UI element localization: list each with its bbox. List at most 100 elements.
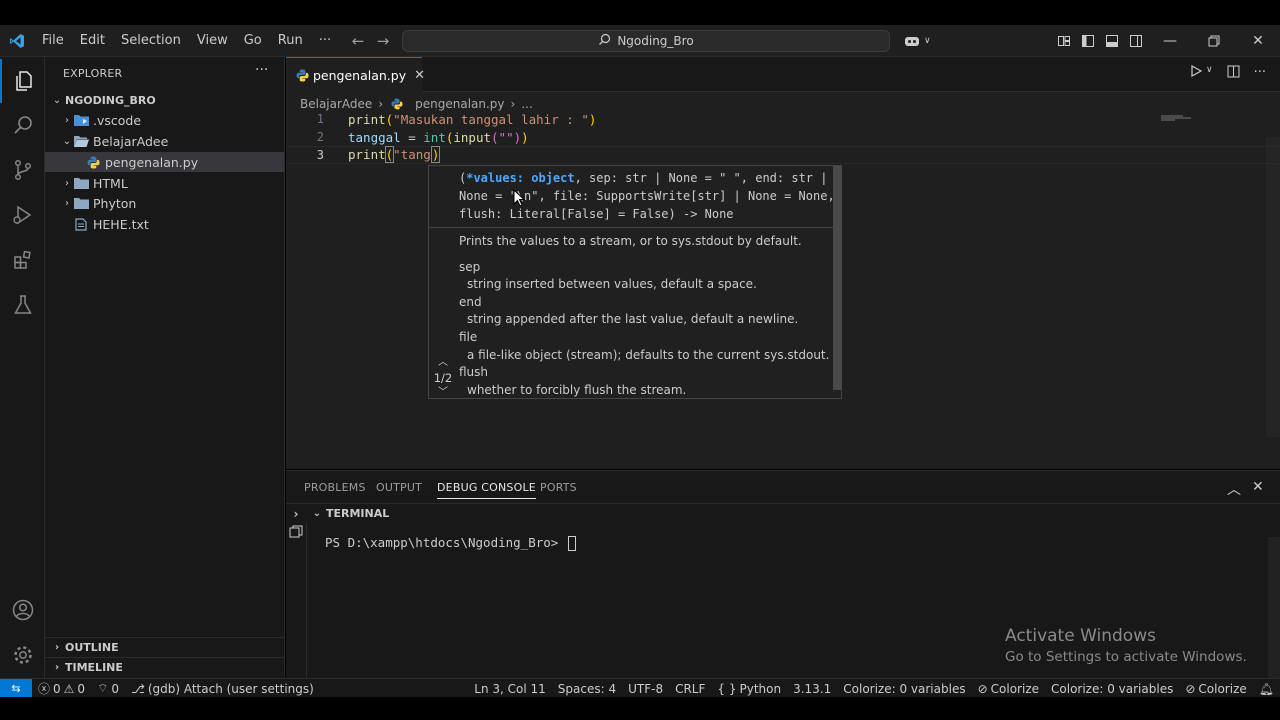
close-panel-icon[interactable]: ✕ <box>1252 479 1264 495</box>
python-interpreter[interactable]: 3.13.1 <box>787 682 837 696</box>
param-name: sep <box>459 259 481 274</box>
tree-item-hehe-txt[interactable]: HEHE.txt <box>45 214 284 234</box>
code-line-1[interactable]: 1 print("Masukan tanggal lahir : ") <box>286 110 1280 128</box>
param-desc: a file-like object (stream); defaults to… <box>467 347 830 362</box>
workspace-root[interactable]: ⌄ NGODING_BRO <box>45 90 284 110</box>
editor-scrollbar[interactable] <box>1266 137 1280 437</box>
code-text: print("Masukan tanggal lahir : ") <box>348 112 596 127</box>
code-token: = <box>400 129 424 145</box>
letterbox-bottom <box>0 697 1280 720</box>
param-desc: whether to forcibly flush the stream. <box>467 382 687 397</box>
line-number: 2 <box>316 130 324 144</box>
command-center-search[interactable]: Ngoding_Bro <box>402 30 890 52</box>
python-file-icon <box>85 155 101 169</box>
chevron-down-icon: ∨ <box>924 36 931 46</box>
settings-gear-icon[interactable] <box>0 633 45 677</box>
colorize-variables-1[interactable]: Colorize: 0 variables <box>837 682 971 696</box>
code-token: "tang <box>393 147 431 163</box>
parameter-hints-popup: (*values: object, sep: str | None = " ",… <box>428 165 842 399</box>
tab-pengenalan-py[interactable]: pengenalan.py ✕ <box>286 57 425 92</box>
encoding[interactable]: UTF-8 <box>622 682 669 696</box>
copilot-button[interactable]: ∨ <box>900 25 931 57</box>
tree-item-label: .vscode <box>93 112 142 128</box>
maximize-panel-icon[interactable]: ︿ <box>1227 479 1241 499</box>
tab-problems[interactable]: PROBLEMS <box>304 481 366 494</box>
breadcrumb-symbols[interactable]: ... <box>521 97 532 111</box>
param-desc: string inserted between values, default … <box>467 277 757 292</box>
tab-ports[interactable]: PORTS <box>540 481 577 494</box>
menu-more[interactable]: ··· <box>311 25 339 57</box>
close-window-button[interactable]: ✕ <box>1236 25 1280 57</box>
back-arrow-icon[interactable]: ← <box>346 32 370 50</box>
terminal-split-icon[interactable] <box>289 525 303 542</box>
split-editor-icon[interactable] <box>1227 65 1240 82</box>
cursor-position[interactable]: Ln 3, Col 11 <box>468 682 552 696</box>
run-python-file-icon[interactable] <box>1190 64 1203 82</box>
terminal-prompt[interactable]: PS D:\xampp\htdocs\Ngoding_Bro> <box>325 535 576 551</box>
explorer-more-actions[interactable]: ··· <box>255 62 268 78</box>
debug-config[interactable]: ⎇ (gdb) Attach (user settings) <box>125 682 320 696</box>
code-token: ) <box>521 129 529 145</box>
more-actions-icon[interactable]: ··· <box>1254 65 1266 82</box>
ports-count: 0 <box>111 681 119 696</box>
menu-file[interactable]: File <box>34 25 72 57</box>
customize-layout-icon[interactable] <box>1052 25 1076 57</box>
tab-output[interactable]: OUTPUT <box>376 481 422 494</box>
editor-tab-bar: pengenalan.py ✕ ∨ ··· <box>286 57 1280 92</box>
language-mode[interactable]: { } Python <box>711 682 787 696</box>
extensions-icon[interactable] <box>0 238 45 282</box>
vscode-logo-icon <box>0 33 34 49</box>
source-control-icon[interactable] <box>0 148 45 192</box>
breadcrumb-folder[interactable]: BelajarAdee <box>300 97 372 111</box>
tree-item-belajaradee[interactable]: ⌄ BelajarAdee <box>45 131 284 151</box>
tab-debug-console[interactable]: DEBUG CONSOLE <box>437 481 536 499</box>
testing-flask-icon[interactable] <box>0 283 45 327</box>
toggle-panel-icon[interactable] <box>1100 25 1124 57</box>
colorize-toggle-2[interactable]: ⊘ Colorize <box>1179 682 1252 696</box>
colorize-variables-2[interactable]: Colorize: 0 variables <box>1045 682 1179 696</box>
popup-scrollbar[interactable] <box>833 166 841 390</box>
python-file-icon <box>296 68 309 82</box>
close-tab-icon[interactable]: ✕ <box>414 68 425 83</box>
timeline-section[interactable]: › TIMELINE <box>45 657 284 677</box>
toggle-secondary-sidebar-icon[interactable] <box>1124 25 1148 57</box>
terminal-gutter <box>286 523 307 679</box>
menu-edit[interactable]: Edit <box>72 25 113 57</box>
minimap[interactable] <box>1161 110 1201 121</box>
tree-item-vscode[interactable]: › .vscode <box>45 110 284 130</box>
minimize-button[interactable]: — <box>1148 25 1192 57</box>
chevron-down-icon[interactable]: ﹀ <box>431 388 455 398</box>
menu-run[interactable]: Run <box>270 25 311 57</box>
menu-view[interactable]: View <box>189 25 236 57</box>
tree-item-pengenalan-py[interactable]: pengenalan.py <box>45 152 284 172</box>
toggle-primary-sidebar-icon[interactable] <box>1076 25 1100 57</box>
chevron-right-icon: › <box>65 114 69 126</box>
search-icon[interactable] <box>0 103 45 147</box>
menu-selection[interactable]: Selection <box>113 25 189 57</box>
code-line-2[interactable]: 2 tanggal = int(input("")) <box>286 128 1280 146</box>
tree-item-html[interactable]: › HTML <box>45 173 284 193</box>
ports-indicator[interactable]: ⌔ 0 <box>91 681 125 696</box>
terminal-scrollbar[interactable] <box>1268 537 1280 679</box>
chevron-down-icon[interactable]: ∨ <box>1206 65 1213 82</box>
notifications-bell-icon[interactable]: 🔔︎ <box>1253 682 1280 696</box>
code-line-3[interactable]: 3 print("tang) <box>286 146 1280 164</box>
end-of-line[interactable]: CRLF <box>669 682 711 696</box>
explorer-icon[interactable] <box>0 59 45 103</box>
chevron-up-icon[interactable]: ︿ <box>431 358 455 368</box>
breadcrumb-file[interactable]: pengenalan.py <box>415 97 504 111</box>
remote-indicator-icon[interactable]: ⇆ <box>0 678 32 699</box>
tree-item-phyton[interactable]: › Phyton <box>45 193 284 213</box>
radio-tower-icon: ⌔ <box>97 681 109 695</box>
colorize-toggle-1[interactable]: ⊘ Colorize <box>972 682 1045 696</box>
terminal-section-header[interactable]: › ⌄ TERMINAL <box>286 503 1280 523</box>
run-debug-icon[interactable] <box>0 193 45 237</box>
restore-button[interactable] <box>1192 25 1236 57</box>
outline-section[interactable]: › OUTLINE <box>45 637 284 657</box>
menu-go[interactable]: Go <box>236 25 270 57</box>
indentation[interactable]: Spaces: 4 <box>552 682 622 696</box>
forward-arrow-icon[interactable]: → <box>371 32 395 50</box>
terminal-header-label: TERMINAL <box>326 507 390 520</box>
problems-indicator[interactable]: ⓧ 0 ⚠ 0 <box>32 680 91 697</box>
accounts-icon[interactable] <box>0 588 45 632</box>
